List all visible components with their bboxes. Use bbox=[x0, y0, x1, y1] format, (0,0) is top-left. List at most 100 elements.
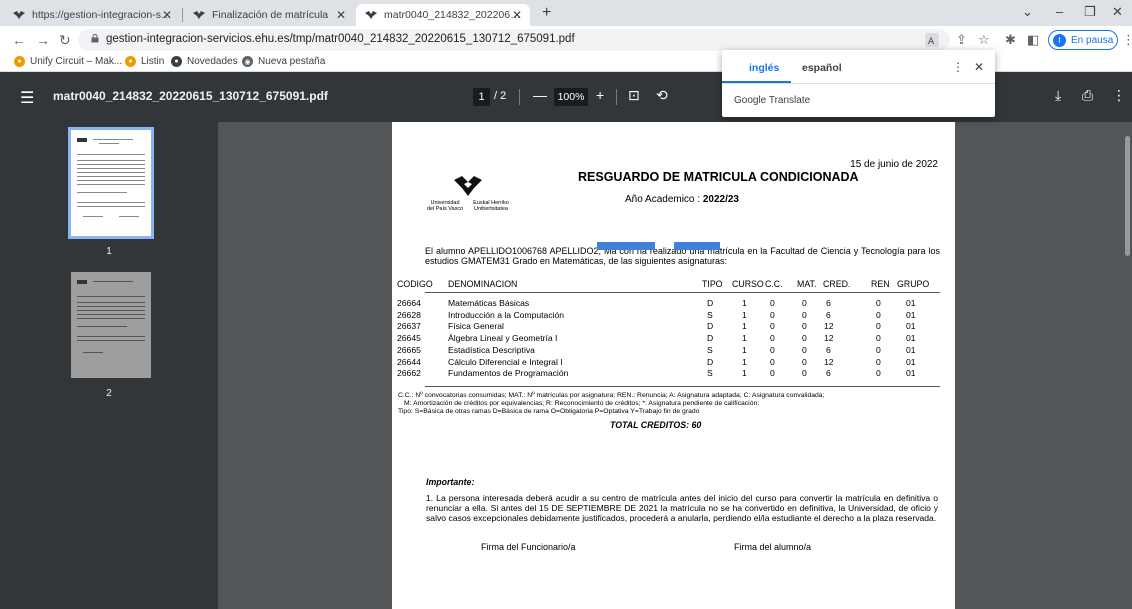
menu-icon[interactable]: ☰ bbox=[20, 88, 34, 108]
table-cell-tipo: S bbox=[707, 368, 713, 379]
zoom-input[interactable]: 100% bbox=[554, 88, 588, 106]
table-cell-cred: 12 bbox=[824, 333, 834, 344]
ehu-logo-icon bbox=[454, 176, 482, 196]
table-cell-mat: 0 bbox=[802, 333, 807, 344]
scrollbar-thumb[interactable] bbox=[1125, 136, 1130, 256]
tab-gestion-integracion[interactable]: https://gestion-integracion-servi ✕ bbox=[4, 4, 180, 26]
tab-finalizacion[interactable]: Finalización de matrícula ✕ bbox=[184, 4, 354, 26]
table-cell-mat: 0 bbox=[802, 321, 807, 332]
ehu-favicon-icon bbox=[365, 11, 377, 19]
lock-icon bbox=[91, 34, 99, 43]
thumbnail-label: 1 bbox=[106, 246, 112, 257]
translate-icon[interactable]: A bbox=[924, 32, 940, 48]
column-header: CRED. bbox=[823, 279, 851, 289]
table-cell-tipo: S bbox=[707, 309, 713, 320]
side-panel-icon[interactable]: ◧ bbox=[1027, 32, 1039, 48]
table-cell-grupo: 01 bbox=[906, 356, 916, 367]
translate-tab-ingles[interactable]: inglés bbox=[749, 62, 779, 74]
table-cell-grupo: 01 bbox=[906, 309, 916, 320]
scrollbar[interactable] bbox=[1122, 122, 1132, 609]
extensions-icon[interactable]: ✱ bbox=[1005, 32, 1016, 48]
table-legend: C.C.: Nº convocatorias consumidas; MAT.:… bbox=[398, 392, 938, 416]
rotate-icon[interactable]: ⟲ bbox=[656, 87, 668, 104]
bookmark-star-icon[interactable]: ☆ bbox=[978, 32, 990, 48]
pdf-filename: matr0040_214832_20220615_130712_675091.p… bbox=[53, 89, 328, 103]
tab-search-icon[interactable]: ⌄ bbox=[1022, 4, 1033, 20]
table-cell-mat: 0 bbox=[802, 309, 807, 320]
page-number-input[interactable]: 1 bbox=[473, 88, 490, 106]
close-icon[interactable]: ✕ bbox=[974, 60, 984, 74]
table-cell-ren: 0 bbox=[876, 344, 881, 355]
address-bar[interactable]: gestion-integracion-servicios.ehu.es/tmp… bbox=[78, 29, 950, 51]
table-cell-codigo: 26662 bbox=[397, 368, 421, 379]
table-cell-curso: 1 bbox=[742, 321, 747, 332]
table-cell-tipo: D bbox=[707, 298, 714, 308]
bookmark-unify-circuit[interactable]: ● Unify Circuit – Mak... bbox=[14, 56, 122, 67]
table-cell-tipo: S bbox=[707, 344, 713, 355]
more-actions-icon[interactable]: ⋮ bbox=[1112, 87, 1126, 104]
profile-status: En pausa bbox=[1071, 34, 1114, 46]
reload-icon[interactable]: ↻ bbox=[59, 32, 71, 49]
minimize-icon[interactable]: – bbox=[1056, 4, 1063, 19]
tab-title: https://gestion-integracion-servi bbox=[32, 9, 172, 21]
restore-icon[interactable]: ❐ bbox=[1084, 4, 1096, 20]
profile-button[interactable]: I En pausa bbox=[1048, 30, 1118, 50]
thumbnail-page-1[interactable] bbox=[68, 127, 154, 239]
table-cell-grupo: 01 bbox=[906, 321, 916, 332]
table-cell-cc: 0 bbox=[770, 321, 775, 332]
tab-strip: https://gestion-integracion-servi ✕ Fina… bbox=[0, 0, 1132, 26]
table-cell-grupo: 01 bbox=[906, 368, 916, 379]
academic-year-value: 2022/23 bbox=[702, 194, 739, 205]
bookmark-listin[interactable]: ● Listin bbox=[125, 56, 164, 67]
new-tab-button[interactable]: + bbox=[542, 4, 551, 22]
table-cell-cc: 0 bbox=[770, 344, 775, 355]
close-icon[interactable]: ✕ bbox=[162, 8, 172, 22]
table-cell-curso: 1 bbox=[742, 356, 747, 367]
redaction-box bbox=[674, 242, 720, 250]
table-cell-codigo: 26665 bbox=[397, 344, 421, 355]
total-credits: TOTAL CREDITOS: 60 bbox=[610, 420, 702, 430]
fit-page-icon[interactable]: ⊡ bbox=[628, 87, 640, 104]
table-cell-cred: 6 bbox=[826, 368, 831, 379]
legend-line: M: Amortización de créditos por equivale… bbox=[404, 400, 760, 407]
tab-title: matr0040_214832_20220615_130 bbox=[384, 9, 522, 21]
table-cell-denominacion: Fundamentos de Programación bbox=[448, 368, 569, 379]
bookmark-nueva-pestana[interactable]: ◉ Nueva pestaña bbox=[242, 56, 325, 67]
table-cell-mat: 0 bbox=[802, 356, 807, 367]
logo-text-right: Euskal Herriko Unibertsitatea bbox=[473, 200, 509, 212]
translate-options-icon[interactable]: ⋮ bbox=[952, 60, 964, 74]
zoom-in-icon[interactable]: + bbox=[596, 87, 604, 103]
window-close-icon[interactable]: ✕ bbox=[1112, 4, 1123, 20]
share-icon[interactable]: ⇪ bbox=[956, 32, 967, 48]
table-cell-tipo: D bbox=[707, 333, 714, 344]
print-icon[interactable]: ⎙ bbox=[1082, 87, 1093, 104]
close-icon[interactable]: ✕ bbox=[336, 8, 346, 22]
bookmark-label: Listin bbox=[141, 56, 165, 67]
translate-tab-espanol[interactable]: español bbox=[802, 62, 842, 74]
bookmark-novedades[interactable]: ● Novedades bbox=[171, 56, 238, 67]
document-date: 15 de junio de 2022 bbox=[850, 159, 938, 170]
zoom-out-icon[interactable]: — bbox=[533, 87, 547, 103]
table-cell-cc: 0 bbox=[770, 333, 775, 344]
table-cell-cred: 12 bbox=[824, 356, 834, 367]
menu-kebab-icon[interactable]: ⋮ bbox=[1122, 32, 1132, 48]
column-header: REN bbox=[871, 279, 890, 289]
translate-popup: inglés español ⋮ ✕ Google Translate bbox=[722, 50, 995, 117]
thumbnail-label: 2 bbox=[106, 388, 112, 399]
thumbnail-page-2[interactable] bbox=[71, 272, 151, 378]
download-icon[interactable]: ⤓ bbox=[1055, 87, 1061, 104]
table-cell-cred: 12 bbox=[824, 321, 834, 332]
table-cell-cc: 0 bbox=[770, 309, 775, 320]
google-translate-label: Google Translate bbox=[734, 95, 811, 106]
ehu-favicon-icon bbox=[193, 11, 205, 19]
tab-pdf-active[interactable]: matr0040_214832_20220615_130 ✕ bbox=[356, 4, 530, 26]
table-divider bbox=[425, 386, 940, 387]
table-cell-cc: 0 bbox=[770, 368, 775, 379]
table-cell-codigo: 26644 bbox=[397, 356, 421, 367]
forward-arrow-icon[interactable]: → bbox=[36, 32, 50, 48]
table-cell-curso: 1 bbox=[742, 309, 747, 320]
table-cell-curso: 1 bbox=[742, 368, 747, 379]
close-icon[interactable]: ✕ bbox=[512, 8, 522, 22]
column-header: DENOMINACION bbox=[448, 279, 518, 289]
back-arrow-icon[interactable]: ← bbox=[12, 32, 26, 48]
